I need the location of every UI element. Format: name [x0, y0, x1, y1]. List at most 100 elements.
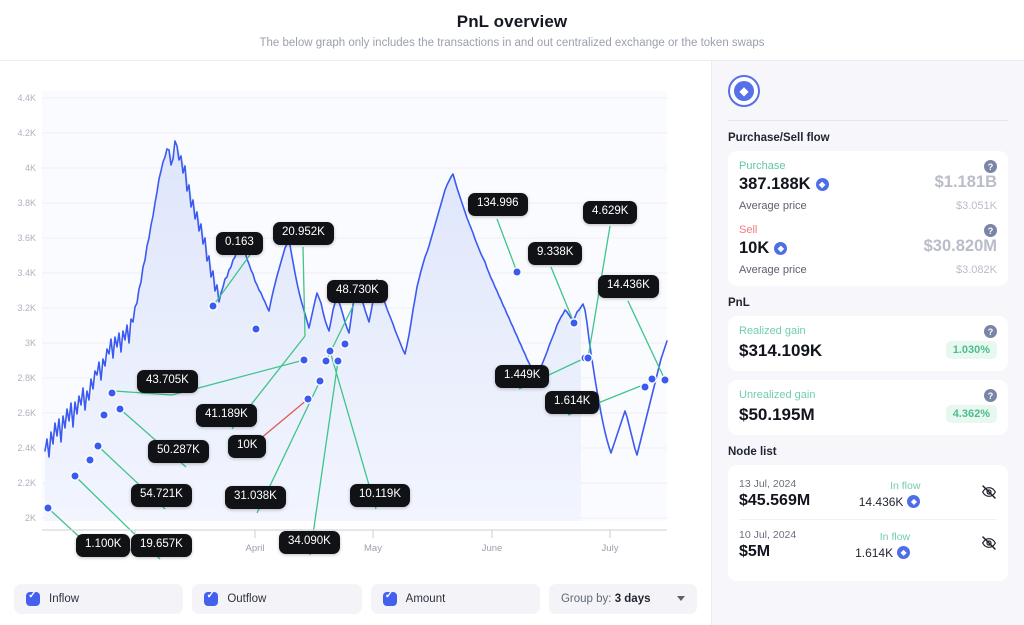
help-icon[interactable]: ?	[984, 160, 997, 173]
purchase-avg-label: Average price	[739, 200, 807, 212]
chart-annotation-chip[interactable]: 10.119K	[350, 484, 410, 507]
unrealized-gain-value: $50.195M	[739, 405, 815, 424]
toggle-amount[interactable]: Amount	[370, 583, 540, 614]
chart-annotation-chip[interactable]: 9.338K	[528, 242, 583, 265]
ethereum-icon[interactable]: ◆	[728, 75, 760, 107]
purchase-amount: 387.188K ◆	[739, 175, 829, 194]
chart-annotation-chip[interactable]: 19.657K	[131, 534, 192, 557]
ethereum-token-icon: ◆	[774, 242, 788, 255]
chart-annotation-chip[interactable]: 1.614K	[545, 391, 600, 414]
chart-annotation-chip[interactable]: 134.996	[468, 193, 528, 216]
node-list-card: 13 Jul, 2024 $45.569M In flow 14.436K ◆	[728, 465, 1008, 581]
ethereum-token-icon: ◆	[907, 495, 921, 508]
chart-annotation-chip[interactable]: 14.436K	[598, 275, 659, 298]
sidebar-divider	[728, 120, 1008, 121]
node-quantity: 1.614K ◆	[855, 546, 911, 560]
sell-avg-value: $3.082K	[956, 264, 997, 276]
svg-text:May: May	[364, 543, 382, 554]
help-icon[interactable]: ?	[984, 389, 997, 402]
chart-annotation-chip[interactable]: 34.090K	[279, 531, 340, 554]
svg-text:2.8K: 2.8K	[17, 373, 36, 383]
chart-annotation-chip[interactable]: 48.730K	[327, 280, 388, 303]
chart-annotation-chip[interactable]: 43.705K	[137, 370, 198, 393]
realized-gain-card: Realized gain ? $314.109K 1.030%	[728, 316, 1008, 371]
amount-label: Amount	[405, 592, 446, 605]
realized-value-row: $314.109K 1.030%	[739, 338, 997, 361]
node-amount: $45.569M	[739, 492, 811, 509]
purchase-avg-value: $3.051K	[956, 200, 997, 212]
node-left: 10 Jul, 2024 $5M	[739, 529, 796, 561]
purchase-avg-row: Average price $3.051K	[739, 200, 997, 212]
node-flow-type: In flow	[879, 530, 911, 543]
node-amount: $5M	[739, 543, 771, 560]
node-right: In flow 1.614K ◆	[855, 530, 911, 560]
toggle-inflow[interactable]: Inflow	[14, 583, 184, 614]
chart-annotation-chip[interactable]: 54.721K	[131, 484, 192, 507]
svg-text:2.2K: 2.2K	[17, 478, 36, 488]
group-by-dropdown[interactable]: Group by: 3 days	[548, 583, 697, 614]
svg-text:3.8K: 3.8K	[17, 198, 36, 208]
help-icon[interactable]: ?	[984, 325, 997, 338]
chart-canvas[interactable]: 4.4K 4.2K 4K 3.8K 3.6K 3.4K 3.2K 3K 2.8K…	[0, 61, 711, 578]
chart-annotation-chip[interactable]: 41.189K	[196, 404, 257, 427]
chart-annotation-chip[interactable]: 20.952K	[273, 222, 334, 245]
chart-annotation-chip[interactable]: 4.629K	[583, 201, 638, 224]
node-flow-type: In flow	[890, 479, 921, 492]
sell-label: Sell	[739, 224, 758, 236]
amount-checkbox[interactable]	[382, 590, 397, 606]
eye-off-icon[interactable]	[981, 484, 997, 505]
svg-text:4.2K: 4.2K	[17, 128, 36, 138]
chart-annotation-chip[interactable]: 1.449K	[495, 365, 550, 388]
ethereum-token-icon: ◆	[897, 546, 911, 559]
svg-text:July: July	[602, 543, 619, 554]
ethereum-token-icon: ◆	[815, 178, 829, 191]
unrealized-gain-label: Unrealized gain	[739, 389, 816, 401]
chart-controls: Inflow Outflow Amount Group by: 3 days	[0, 578, 711, 625]
purchase-label: Purchase	[739, 160, 786, 172]
svg-text:3.2K: 3.2K	[17, 303, 36, 313]
chart-annotation-chip[interactable]: 31.038K	[225, 486, 286, 509]
unrealized-gain-card: Unrealized gain ? $50.195M 4.362%	[728, 380, 1008, 435]
chart-annotation-chip[interactable]: 50.287K	[148, 440, 209, 463]
chart-annotation-chip[interactable]: 0.163	[216, 232, 263, 255]
node-quantity-text: 14.436K	[858, 494, 904, 509]
svg-text:April: April	[245, 543, 264, 554]
chart-annotation-chip[interactable]: 10K	[228, 435, 267, 458]
node-list-title: Node list	[728, 446, 777, 458]
group-by-label: Group by:	[560, 592, 612, 605]
node-quantity: 14.436K ◆	[859, 495, 921, 509]
node-list-item[interactable]: 10 Jul, 2024 $5M In flow 1.614K ◆	[739, 520, 997, 570]
chevron-down-icon[interactable]	[676, 596, 685, 601]
eye-off-icon[interactable]	[981, 535, 997, 556]
realized-gain-value: $314.109K	[739, 341, 823, 360]
page-subtitle: The below graph only includes the transa…	[259, 36, 765, 49]
sell-value-row: 10K ◆ $30.820M	[739, 237, 997, 258]
purchase-header-row: Purchase ?	[739, 160, 997, 173]
sell-avg-row: Average price $3.082K	[739, 264, 997, 276]
svg-text:3K: 3K	[25, 338, 36, 348]
purchase-sell-card: Purchase ? 387.188K ◆ $1.181B Average pr…	[728, 151, 1008, 286]
unrealized-value-row: $50.195M 4.362%	[739, 402, 997, 425]
realized-gain-label: Realized gain	[739, 325, 806, 337]
outflow-checkbox[interactable]	[204, 590, 219, 606]
sell-amount-text: 10K	[739, 239, 770, 257]
node-list-item[interactable]: 13 Jul, 2024 $45.569M In flow 14.436K ◆	[739, 474, 997, 519]
chart-panel: 4.4K 4.2K 4K 3.8K 3.6K 3.4K 3.2K 3K 2.8K…	[0, 61, 711, 625]
inflow-checkbox[interactable]	[26, 590, 40, 606]
purchase-usd-value: $1.181B	[934, 173, 997, 191]
svg-text:2.4K: 2.4K	[17, 443, 36, 453]
group-by-text: Group by: 3 days	[561, 593, 651, 605]
svg-text:3.6K: 3.6K	[17, 233, 36, 243]
svg-text:3.4K: 3.4K	[17, 268, 36, 278]
help-icon[interactable]: ?	[984, 224, 997, 237]
chart-annotation-chip[interactable]: 1.100K	[76, 534, 131, 557]
purchase-amount-text: 387.188K	[739, 175, 811, 193]
node-right: In flow 14.436K ◆	[859, 480, 921, 509]
unrealized-gain-pct: 4.362%	[945, 404, 997, 423]
purchase-value-row: 387.188K ◆ $1.181B	[739, 173, 997, 194]
realized-header-row: Realized gain ?	[739, 325, 997, 338]
page-title: PnL overview	[456, 11, 568, 31]
toggle-outflow[interactable]: Outflow	[192, 583, 362, 614]
outflow-label: Outflow	[227, 592, 267, 605]
purchase-sell-flow-title: Purchase/Sell flow	[728, 132, 830, 144]
